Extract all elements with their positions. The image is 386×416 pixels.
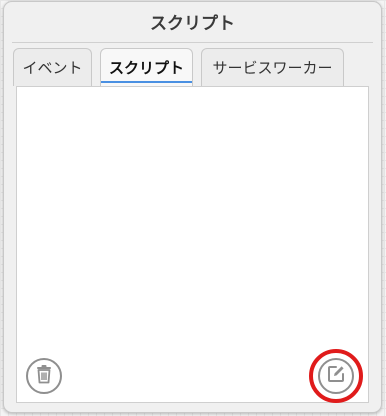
- tab-label: スクリプト: [108, 59, 184, 77]
- script-panel: スクリプト イベント スクリプト サービスワーカー: [3, 1, 382, 413]
- panel-title: スクリプト: [150, 14, 235, 34]
- title-divider: [12, 42, 373, 43]
- edit-icon: [326, 364, 346, 388]
- tab-events[interactable]: イベント: [13, 48, 92, 86]
- delete-button[interactable]: [26, 358, 62, 394]
- edit-button[interactable]: [318, 358, 354, 394]
- tab-service-workers[interactable]: サービスワーカー: [201, 48, 344, 86]
- tab-label: イベント: [22, 59, 83, 77]
- script-list-area: [16, 86, 369, 403]
- trash-icon: [35, 364, 53, 388]
- tab-scripts[interactable]: スクリプト: [100, 48, 193, 86]
- tab-label: サービスワーカー: [212, 59, 333, 77]
